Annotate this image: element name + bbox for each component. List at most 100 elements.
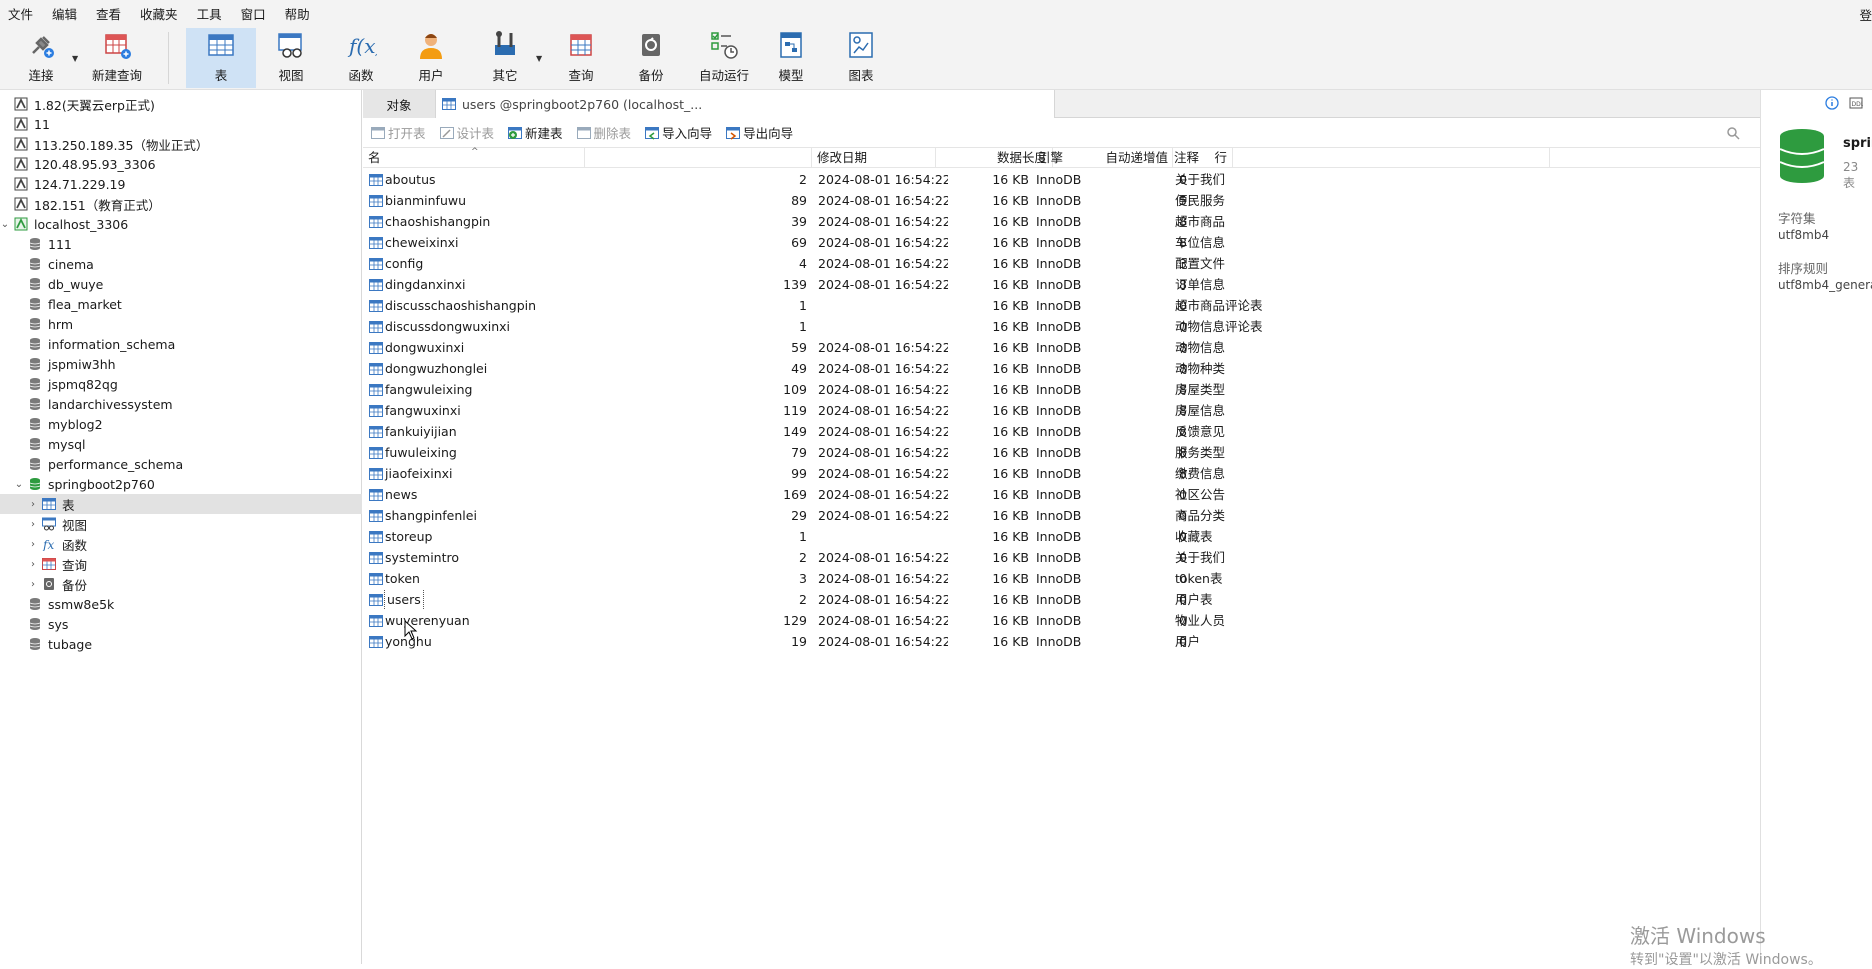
tree-connection[interactable]: 11: [0, 114, 50, 134]
column-header-modified[interactable]: 修改日期: [811, 148, 936, 168]
other-dropdown-icon[interactable]: ▼: [536, 54, 542, 63]
table-name-cell[interactable]: fuwuleixing: [369, 442, 579, 463]
table-row[interactable]: news 169 2024-08-01 16:54:22 16 KB InnoDB 0 社区…: [363, 484, 1760, 505]
table-row[interactable]: dongwuzhonglei 49 2024-08-01 16:54:22 16 KB…: [363, 358, 1760, 379]
tree-database[interactable]: cinema: [14, 254, 94, 274]
table-name-cell[interactable]: discussdongwuxinxi: [369, 316, 579, 337]
table-row[interactable]: discusschaoshishangpin 1 16 KB InnoDB 0 超市商品评…: [363, 295, 1760, 316]
chevron-down-icon[interactable]: ⌄: [0, 219, 10, 230]
tree-node-functions[interactable]: › fx 函数: [28, 534, 87, 554]
table-name-cell[interactable]: discusschaoshishangpin: [369, 295, 579, 316]
menu-edit[interactable]: 编辑: [52, 4, 92, 23]
tree-database[interactable]: tubage: [14, 634, 92, 654]
tree-node-views[interactable]: › 视图: [28, 514, 87, 534]
tree-database[interactable]: ssmw8e5k: [14, 594, 114, 614]
chevron-down-icon[interactable]: ⌄: [14, 479, 24, 490]
table-row[interactable]: token 3 2024-08-01 16:54:22 16 KB InnoDB 0 tok…: [363, 568, 1760, 589]
chevron-right-icon[interactable]: ›: [28, 559, 38, 570]
connect-button[interactable]: 连接: [14, 28, 68, 88]
tree-node-tables[interactable]: › 表: [0, 494, 362, 514]
table-row[interactable]: wuyerenyuan 129 2024-08-01 16:54:22 16 KB In…: [363, 610, 1760, 631]
table-name-cell[interactable]: config: [369, 253, 579, 274]
tree-connection[interactable]: ⌄ localhost_3306: [0, 214, 128, 234]
info-icon[interactable]: [1825, 96, 1839, 110]
query-button[interactable]: 查询: [554, 28, 608, 88]
table-name-cell[interactable]: dongwuxinxi: [369, 337, 579, 358]
menu-window[interactable]: 窗口: [241, 4, 281, 23]
connect-dropdown-icon[interactable]: ▼: [72, 54, 78, 63]
table-name-cell[interactable]: token: [369, 568, 579, 589]
table-row[interactable]: cheweixinxi 69 2024-08-01 16:54:22 16 KB Inn…: [363, 232, 1760, 253]
tree-database[interactable]: myblog2: [14, 414, 103, 434]
tree-database[interactable]: jspmiw3hh: [14, 354, 116, 374]
table-row[interactable]: aboutus 2 2024-08-01 16:54:22 16 KB InnoDB 0 关…: [363, 169, 1760, 190]
table-name-cell[interactable]: aboutus: [369, 169, 579, 190]
ddl-icon[interactable]: DDL: [1849, 96, 1863, 110]
tree-database[interactable]: jspmq82qg: [14, 374, 118, 394]
table-row[interactable]: jiaofeixinxi 99 2024-08-01 16:54:22 16 KB In…: [363, 463, 1760, 484]
table-row[interactable]: storeup 1 16 KB InnoDB 0 收藏表: [363, 526, 1760, 547]
table-row[interactable]: bianminfuwu 89 2024-08-01 16:54:22 16 KB Inn…: [363, 190, 1760, 211]
column-header-comment[interactable]: 注释: [1169, 148, 1550, 168]
new-query-button[interactable]: 新建查询: [88, 28, 146, 88]
table-name-cell[interactable]: bianminfuwu: [369, 190, 579, 211]
chevron-right-icon[interactable]: ›: [28, 499, 38, 510]
table-name-cell[interactable]: dingdanxinxi: [369, 274, 579, 295]
delete-table-button[interactable]: 删除表: [576, 123, 631, 142]
new-table-button[interactable]: 新建表: [508, 123, 563, 142]
model-button[interactable]: 模型: [764, 28, 818, 88]
table-name-cell[interactable]: storeup: [369, 526, 579, 547]
auto-run-button[interactable]: 自动运行: [692, 28, 756, 88]
tree-database[interactable]: flea_market: [14, 294, 122, 314]
search-icon[interactable]: [1726, 126, 1740, 140]
function-button[interactable]: f(x) 函数: [334, 28, 388, 88]
tree-database[interactable]: ⌄ springboot2p760: [14, 474, 155, 494]
table-row[interactable]: fankuiyijian 149 2024-08-01 16:54:22 16 KB I…: [363, 421, 1760, 442]
table-name-cell[interactable]: jiaofeixinxi: [369, 463, 579, 484]
view-button[interactable]: 视图: [264, 28, 318, 88]
table-name-cell[interactable]: yonghu: [369, 631, 579, 652]
tree-database[interactable]: sys: [14, 614, 68, 634]
menu-login-partial[interactable]: 登: [1859, 5, 1872, 24]
table-name-cell[interactable]: dongwuzhonglei: [369, 358, 579, 379]
table-row[interactable]: fuwuleixing 79 2024-08-01 16:54:22 16 KB Inn…: [363, 442, 1760, 463]
tree-node-queries[interactable]: › 查询: [28, 554, 87, 574]
table-name-cell[interactable]: news: [369, 484, 579, 505]
tree-database[interactable]: landarchivessystem: [14, 394, 173, 414]
chart-button[interactable]: 图表: [834, 28, 888, 88]
table-name-cell[interactable]: cheweixinxi: [369, 232, 579, 253]
table-row[interactable]: chaoshishangpin 39 2024-08-01 16:54:22 16 K…: [363, 211, 1760, 232]
table-row[interactable]: config 4 2024-08-01 16:54:22 16 KB InnoDB 3 配置…: [363, 253, 1760, 274]
tree-connection[interactable]: 124.71.229.19: [0, 174, 125, 194]
design-table-button[interactable]: 设计表: [439, 123, 494, 142]
other-button[interactable]: 其它: [478, 28, 532, 88]
table-row[interactable]: users 2 2024-08-01 16:54:22 16 KB InnoDB 0 用户表: [363, 589, 1760, 610]
tree-connection[interactable]: 120.48.95.93_3306: [0, 154, 156, 174]
table-row[interactable]: systemintro 2 2024-08-01 16:54:22 16 KB Inno…: [363, 547, 1760, 568]
tree-database[interactable]: hrm: [14, 314, 73, 334]
table-row[interactable]: discussdongwuxinxi 1 16 KB InnoDB 0 动物信息评论表: [363, 316, 1760, 337]
export-wizard-button[interactable]: 导出向导: [726, 123, 793, 142]
tab-objects[interactable]: 对象: [363, 90, 435, 118]
tree-database[interactable]: mysql: [14, 434, 86, 454]
menu-favorites[interactable]: 收藏夹: [140, 4, 193, 23]
tree-connection[interactable]: 113.250.189.35（物业正式）: [0, 134, 208, 154]
table-name-cell[interactable]: fangwuxinxi: [369, 400, 579, 421]
table-button[interactable]: 表: [186, 28, 256, 88]
tree-connection[interactable]: 1.82(天翼云erp正式): [0, 94, 155, 114]
table-name-cell[interactable]: fankuiyijian: [369, 421, 579, 442]
table-row[interactable]: fangwuleixing 109 2024-08-01 16:54:22 16 KB…: [363, 379, 1760, 400]
table-name-cell[interactable]: systemintro: [369, 547, 579, 568]
tree-database[interactable]: db_wuye: [14, 274, 103, 294]
table-row[interactable]: yonghu 19 2024-08-01 16:54:22 16 KB InnoDB 0 用…: [363, 631, 1760, 652]
table-row[interactable]: fangwuxinxi 119 2024-08-01 16:54:22 16 KB In…: [363, 400, 1760, 421]
menu-file[interactable]: 文件: [8, 4, 48, 23]
tree-node-backups[interactable]: › 备份: [28, 574, 87, 594]
table-row[interactable]: dongwuxinxi 59 2024-08-01 16:54:22 16 KB Inn…: [363, 337, 1760, 358]
chevron-right-icon[interactable]: ›: [28, 539, 38, 550]
table-row[interactable]: dingdanxinxi 139 2024-08-01 16:54:22 16 KB I…: [363, 274, 1760, 295]
table-name-cell[interactable]: chaoshishangpin: [369, 211, 579, 232]
backup-button[interactable]: 备份: [624, 28, 678, 88]
column-header-name[interactable]: 名 ^: [363, 147, 585, 168]
open-table-button[interactable]: 打开表: [371, 123, 426, 142]
